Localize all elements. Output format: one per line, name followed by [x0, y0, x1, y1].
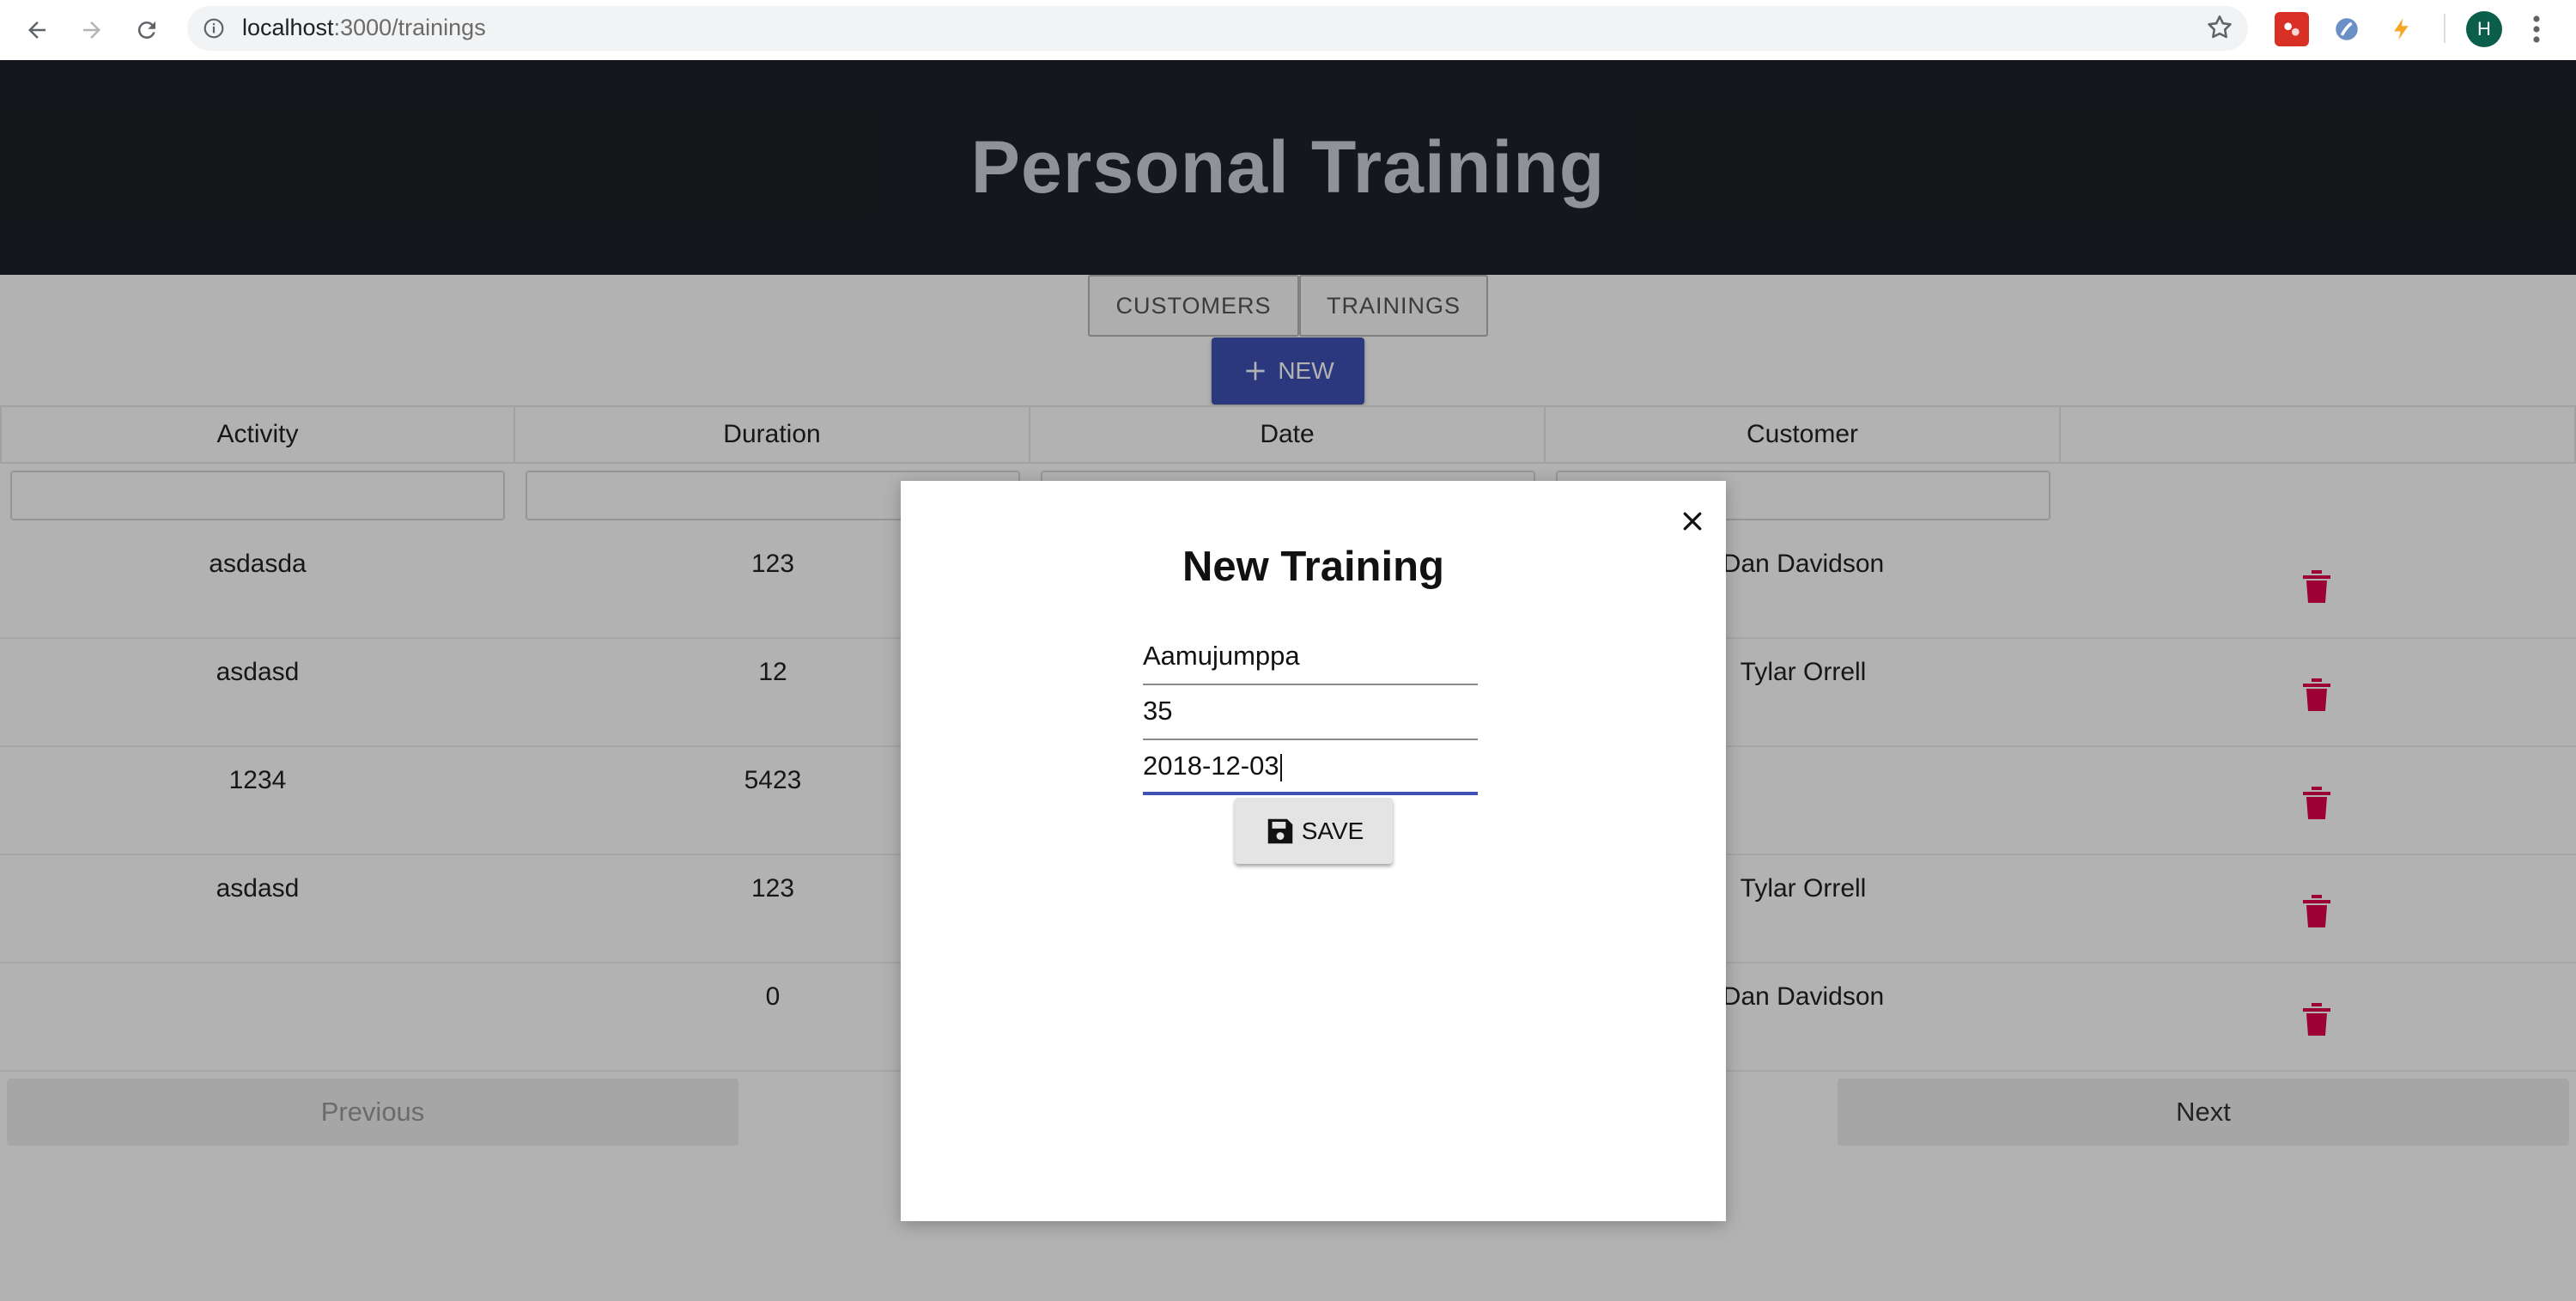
activity-input[interactable]: Aamujumppa — [1143, 632, 1478, 685]
back-arrow-icon — [28, 21, 46, 39]
reload-icon — [137, 21, 155, 40]
save-button[interactable]: SAVE — [1235, 798, 1393, 864]
url-text[interactable]: localhost:3000/trainings — [242, 15, 486, 41]
address-bar[interactable] — [187, 6, 2248, 51]
forward-button[interactable] — [72, 10, 112, 50]
extension-bolt-icon[interactable] — [2385, 12, 2419, 46]
bookmark-star-icon[interactable] — [2205, 13, 2234, 46]
date-input-value: 2018-12-03 — [1143, 751, 1279, 781]
profile-initial: H — [2477, 18, 2491, 40]
save-button-label: SAVE — [1301, 817, 1364, 844]
activity-input-value: Aamujumppa — [1143, 641, 1300, 671]
forward-arrow-icon — [83, 21, 100, 39]
extension-red-icon[interactable] — [2275, 12, 2309, 46]
menu-kebab-icon[interactable] — [2528, 14, 2545, 49]
profile-avatar[interactable]: H — [2466, 11, 2502, 47]
save-icon — [1267, 818, 1292, 843]
close-dialog-button[interactable] — [1674, 503, 1710, 539]
dialog-title: New Training — [1182, 544, 1444, 590]
back-button[interactable] — [17, 10, 57, 50]
date-input[interactable]: 2018-12-03 — [1143, 742, 1478, 795]
reload-button[interactable] — [127, 10, 167, 50]
extension-blue-icon[interactable] — [2330, 12, 2364, 46]
site-info-icon[interactable] — [203, 17, 225, 44]
toolbar-divider — [2444, 14, 2445, 43]
close-icon — [1683, 512, 1702, 531]
duration-input[interactable]: 35 — [1143, 687, 1478, 740]
duration-input-value: 35 — [1143, 696, 1173, 726]
text-cursor — [1279, 753, 1282, 781]
